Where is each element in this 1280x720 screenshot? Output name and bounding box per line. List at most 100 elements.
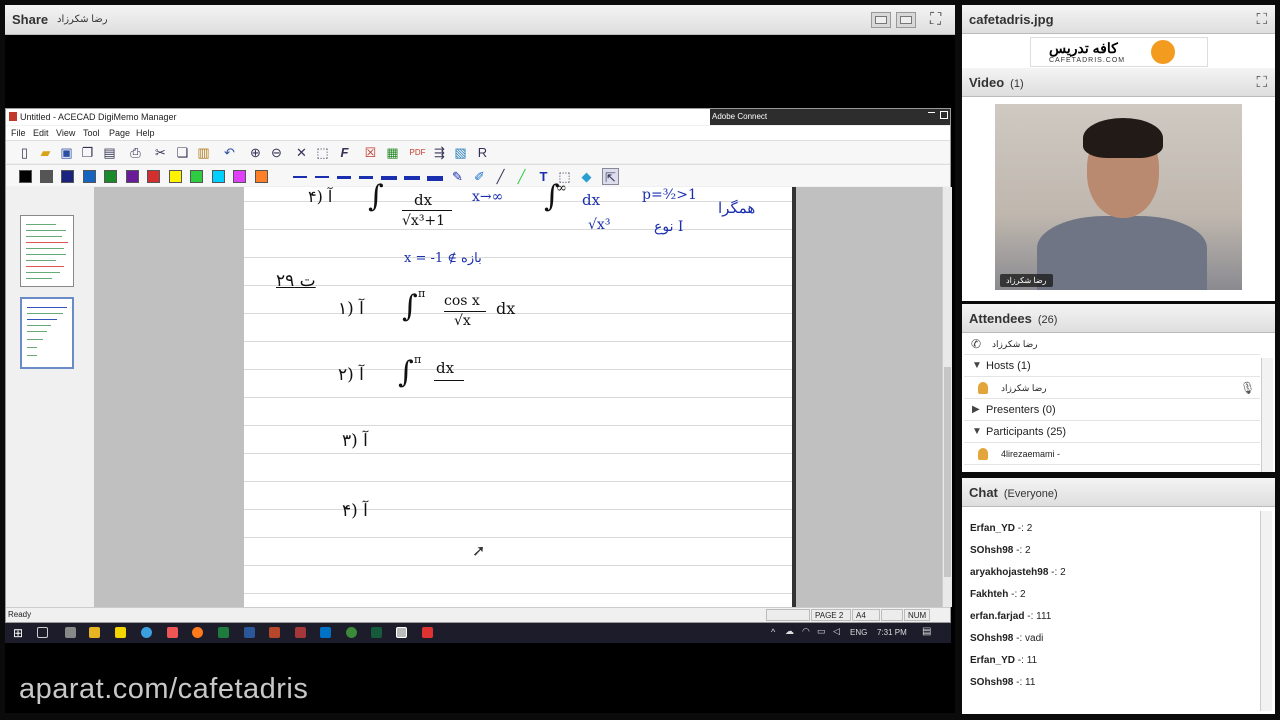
battery-icon[interactable]: ▭ <box>817 626 826 637</box>
browser-icon[interactable] <box>346 627 357 638</box>
color-magenta[interactable] <box>233 170 246 183</box>
font-icon[interactable]: F <box>336 144 353 161</box>
pen-icon[interactable]: ✎ <box>449 168 466 185</box>
menu-help[interactable]: Help <box>136 128 155 138</box>
copy-icon[interactable]: ❏ <box>174 144 191 161</box>
participants-group[interactable]: ▼ Participants (25) <box>964 422 1260 443</box>
thumbnail-page-1[interactable] <box>20 215 74 287</box>
zoom-in-icon[interactable]: ⊕ <box>247 144 264 161</box>
pointer-icon[interactable]: ⇱ <box>602 168 619 185</box>
firefox-icon[interactable] <box>192 627 203 638</box>
outlook-icon[interactable] <box>320 627 331 638</box>
chrome-icon[interactable] <box>141 627 152 638</box>
undo-icon[interactable]: ↶ <box>221 144 238 161</box>
clock[interactable]: 7:31 PM <box>877 628 907 637</box>
open-icon[interactable]: ▰ <box>37 144 54 161</box>
eraser-icon[interactable]: ◆ <box>578 168 595 185</box>
paste-icon[interactable]: ▥ <box>195 144 212 161</box>
explorer-icon[interactable] <box>89 627 100 638</box>
thumbnail-page-2[interactable] <box>20 297 74 369</box>
color-cyan[interactable] <box>212 170 225 183</box>
minimize-icon[interactable] <box>928 112 935 113</box>
color-gray[interactable] <box>40 170 53 183</box>
line-icon[interactable]: ╱ <box>492 168 509 185</box>
attendee-row[interactable]: 4lirezaemami - <box>964 444 1260 465</box>
fit-page-button[interactable] <box>896 12 916 28</box>
save-icon[interactable]: ▣ <box>58 144 75 161</box>
my-status-row[interactable]: ✆ رضا شکرزاد <box>964 334 1260 355</box>
expand-icon[interactable]: ⛶ <box>1256 74 1267 91</box>
pages-icon[interactable]: ▤ <box>101 144 118 161</box>
copy-page-icon[interactable]: ❐ <box>79 144 96 161</box>
menu-page[interactable]: Page <box>109 128 130 138</box>
line-width-1[interactable] <box>293 176 307 178</box>
menu-tool[interactable]: Tool <box>83 128 100 138</box>
zoom-out-icon[interactable]: ⊖ <box>268 144 285 161</box>
project-icon[interactable] <box>371 627 382 638</box>
windows-start-icon[interactable]: ⊞ <box>13 626 23 640</box>
line-width-2[interactable] <box>315 176 329 178</box>
notifications-icon[interactable]: ▤ <box>922 626 931 637</box>
marker-icon[interactable]: ╱ <box>513 168 530 185</box>
memo-page[interactable]: ۴) آ ∫ dx √x³+1 x→∞ ∫ ∞ dx √x³ p=³⁄₂>1 ن… <box>244 179 792 607</box>
color-orange[interactable] <box>255 170 268 183</box>
vertical-scrollbar[interactable] <box>942 187 952 607</box>
fullscreen-icon[interactable]: ⛶ <box>930 11 941 29</box>
wifi-icon[interactable]: ◠ <box>802 626 810 637</box>
line-width-6[interactable] <box>404 176 420 180</box>
color-blue[interactable] <box>83 170 96 183</box>
export-icon[interactable]: ⇶ <box>431 144 448 161</box>
fit-width-button[interactable] <box>871 12 891 28</box>
adobe-connect-task-icon[interactable] <box>422 627 433 638</box>
collapsed-triangle-icon[interactable]: ▶ <box>972 404 980 415</box>
attendees-pod-header: Attendees (26) <box>962 304 1275 333</box>
convert-icon[interactable]: ▦ <box>384 144 401 161</box>
menu-view[interactable]: View <box>56 128 75 138</box>
hosts-group[interactable]: ▼ Hosts (1) <box>964 356 1260 377</box>
acecad-task-icon[interactable] <box>396 627 407 638</box>
new-page-icon[interactable]: ▯ <box>16 144 33 161</box>
expand-triangle-icon[interactable]: ▼ <box>972 426 982 437</box>
color-green[interactable] <box>104 170 117 183</box>
access-icon[interactable] <box>295 627 306 638</box>
select-icon[interactable]: ⬚ <box>314 144 331 161</box>
highlighter-icon[interactable]: ✐ <box>471 168 488 185</box>
menu-edit[interactable]: Edit <box>33 128 49 138</box>
color-red[interactable] <box>147 170 160 183</box>
color-black[interactable] <box>19 170 32 183</box>
sticky-notes-icon[interactable] <box>115 627 126 638</box>
presenters-group[interactable]: ▶ Presenters (0) <box>964 400 1260 421</box>
expand-icon[interactable]: ⛶ <box>1256 11 1267 28</box>
task-view-icon[interactable] <box>37 627 48 638</box>
tray-chevron-icon[interactable]: ^ <box>771 627 775 637</box>
owl-icon <box>1151 40 1175 64</box>
close-doc-icon[interactable]: ☒ <box>362 144 379 161</box>
scroll-thumb[interactable] <box>944 367 951 577</box>
recognize-icon[interactable]: R <box>474 144 491 161</box>
menu-file[interactable]: File <box>11 128 26 138</box>
line-width-3[interactable] <box>337 176 351 179</box>
excel-icon[interactable] <box>218 627 229 638</box>
attendee-row[interactable]: رضا شکرزاد 🎙 <box>964 378 1260 399</box>
pdf-icon[interactable]: PDF <box>409 144 426 161</box>
color-navy[interactable] <box>61 170 74 183</box>
line-width-7[interactable] <box>427 176 443 181</box>
attendees-scrollbar[interactable] <box>1261 358 1273 472</box>
volume-icon[interactable]: ◁ <box>833 626 840 637</box>
cut-icon[interactable]: ✂ <box>152 144 169 161</box>
color-purple[interactable] <box>126 170 139 183</box>
powerpoint-icon[interactable] <box>269 627 280 638</box>
image-icon[interactable]: ▧ <box>452 144 469 161</box>
chat-scrollbar[interactable] <box>1260 511 1272 711</box>
webcam-video[interactable]: رضا شکرزاد <box>995 104 1242 290</box>
color-lime[interactable] <box>190 170 203 183</box>
language-indicator[interactable]: ENG <box>850 628 867 637</box>
calculator-icon[interactable] <box>65 627 76 638</box>
maximize-icon[interactable] <box>940 111 948 119</box>
app-icon-1[interactable] <box>167 627 178 638</box>
delete-icon[interactable]: ✕ <box>293 144 310 161</box>
print-icon[interactable]: ⎙ <box>127 144 144 161</box>
word-icon[interactable] <box>244 627 255 638</box>
color-yellow[interactable] <box>169 170 182 183</box>
expand-triangle-icon[interactable]: ▼ <box>972 360 982 371</box>
